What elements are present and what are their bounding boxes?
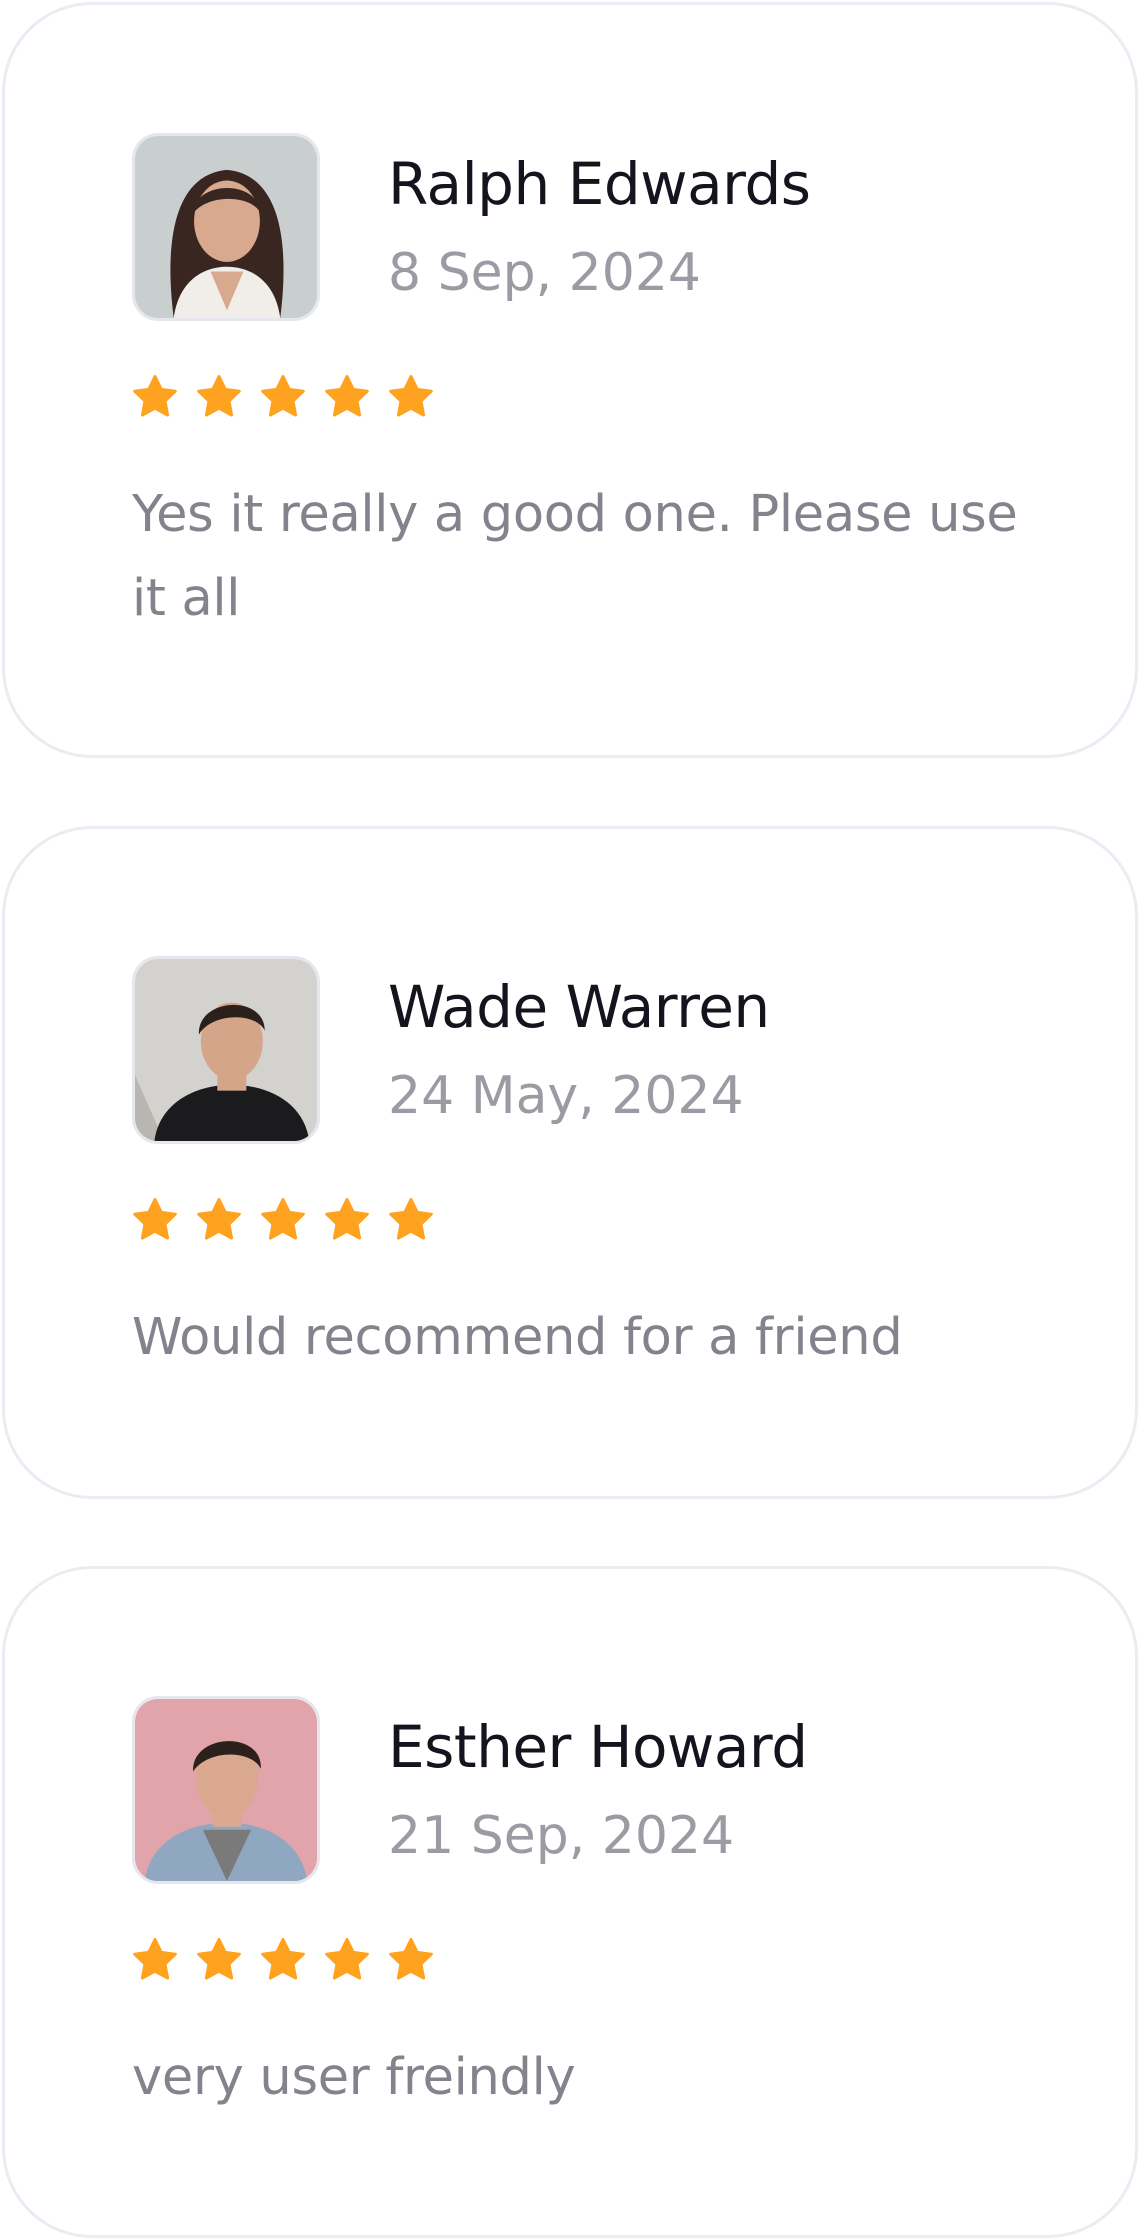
- star-icon: [325, 375, 369, 417]
- star-icon: [261, 1198, 305, 1240]
- reviewer-name: Esther Howard: [388, 1713, 808, 1781]
- avatar-photo: [135, 136, 317, 318]
- star-icon: [261, 1938, 305, 1980]
- review-text: Yes it really a good one. Please use it …: [132, 485, 1018, 628]
- star-icon: [197, 1198, 241, 1240]
- star-rating: [131, 1936, 435, 1984]
- review-date: 24 May, 2024: [388, 1066, 744, 1126]
- reviewer-name: Ralph Edwards: [388, 150, 811, 218]
- review-text: Would recommend for a friend: [132, 1308, 903, 1367]
- star-icon: [133, 1938, 177, 1980]
- star-icon: [261, 375, 305, 417]
- star-rating: [131, 1196, 435, 1244]
- avatar-photo: [135, 1699, 317, 1881]
- reviewer-avatar[interactable]: [132, 1696, 320, 1884]
- star-icon: [197, 375, 241, 417]
- review-card: Wade Warren 24 May, 2024 Would recommend…: [2, 826, 1138, 1499]
- star-icon: [133, 375, 177, 417]
- review-date: 8 Sep, 2024: [388, 243, 702, 303]
- star-icon: [133, 1198, 177, 1240]
- reviewer-avatar[interactable]: [132, 956, 320, 1144]
- star-icon: [197, 1938, 241, 1980]
- avatar-photo: [135, 959, 317, 1141]
- star-icon: [325, 1938, 369, 1980]
- reviewer-avatar[interactable]: [132, 133, 320, 321]
- review-card: Esther Howard 21 Sep, 2024 very user fre…: [2, 1566, 1138, 2238]
- star-rating: [131, 373, 435, 421]
- reviewer-name: Wade Warren: [388, 973, 770, 1041]
- star-icon: [389, 375, 433, 417]
- star-icon: [325, 1198, 369, 1240]
- star-icon: [389, 1198, 433, 1240]
- review-date: 21 Sep, 2024: [388, 1806, 735, 1866]
- review-text: very user freindly: [132, 2048, 576, 2107]
- star-icon: [389, 1938, 433, 1980]
- review-card: Ralph Edwards 8 Sep, 2024 Yes it really …: [2, 2, 1138, 758]
